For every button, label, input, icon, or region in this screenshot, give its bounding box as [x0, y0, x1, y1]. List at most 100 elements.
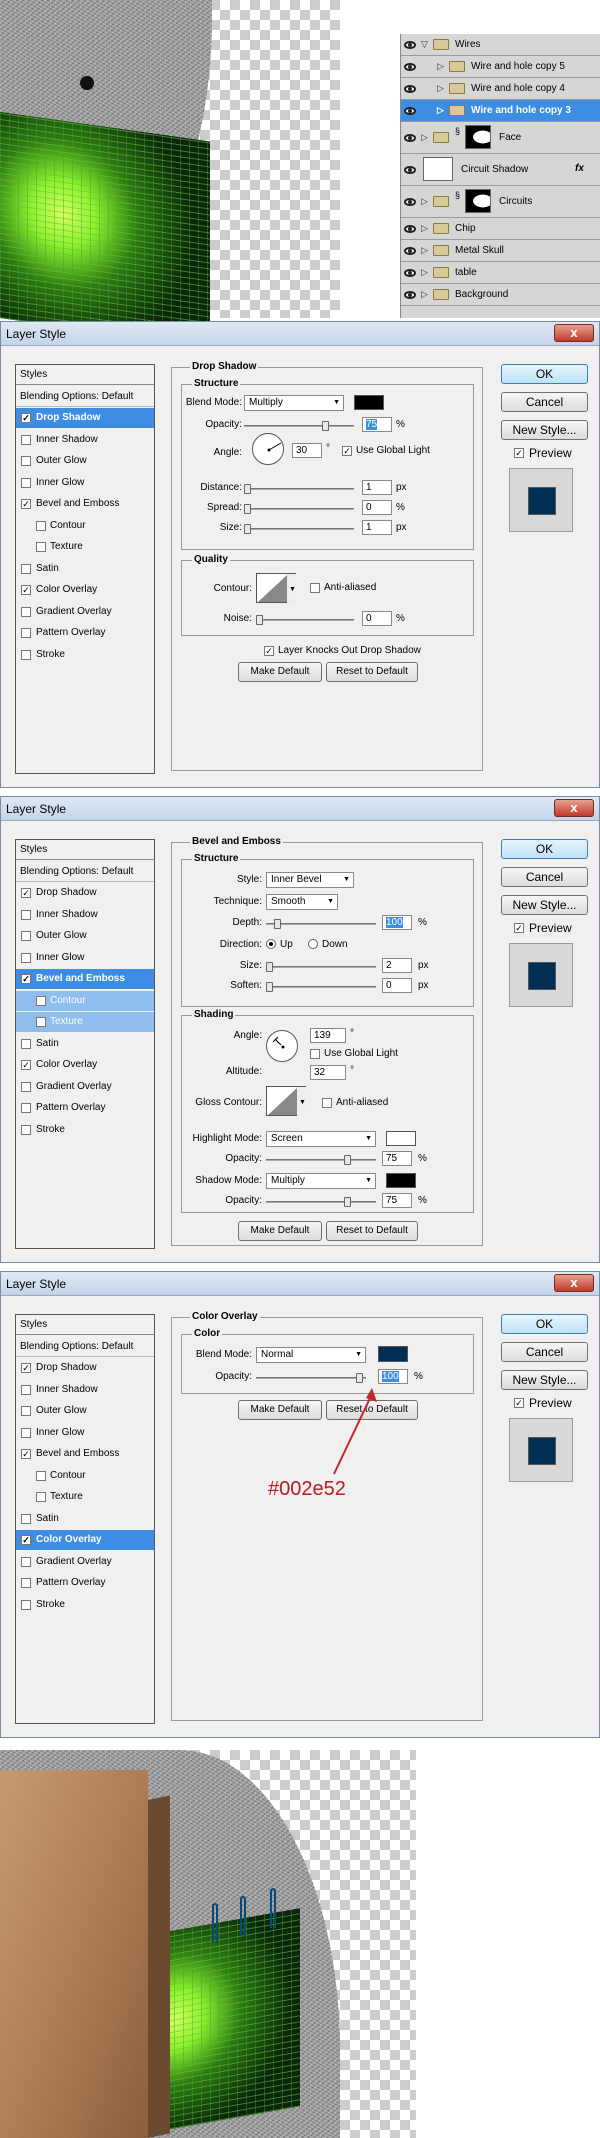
style-item-bevel-and-emboss[interactable]: ✓ Bevel and Emboss: [16, 494, 154, 514]
reset-default-button[interactable]: Reset to Default: [326, 662, 418, 682]
shadow-color-swatch[interactable]: [354, 395, 384, 410]
style-item-contour[interactable]: Contour: [16, 1466, 154, 1486]
style-checkbox[interactable]: [21, 1406, 31, 1416]
knocks-out-checkbox[interactable]: ✓: [264, 646, 274, 656]
noise-slider[interactable]: [256, 615, 354, 625]
expand-triangle-icon[interactable]: ▷: [421, 132, 428, 143]
style-checkbox[interactable]: [36, 520, 46, 531]
opacity-slider[interactable]: [244, 421, 354, 431]
style-item-texture[interactable]: Texture: [16, 1012, 154, 1032]
style-checkbox[interactable]: ✓: [21, 413, 31, 423]
style-item-contour[interactable]: Contour: [16, 516, 154, 536]
highlight-opacity-slider-thumb[interactable]: [344, 1155, 351, 1165]
style-item-inner-glow[interactable]: Inner Glow: [16, 948, 154, 968]
style-item-inner-glow[interactable]: Inner Glow: [16, 1423, 154, 1443]
highlight-opacity-slider[interactable]: [266, 1155, 376, 1165]
depth-input[interactable]: 100: [382, 915, 412, 930]
layer-row[interactable]: ▽ Wires: [401, 34, 600, 56]
make-default-button[interactable]: Make Default: [238, 662, 322, 682]
style-checkbox[interactable]: ✓: [21, 1363, 31, 1373]
eye-icon[interactable]: [404, 198, 416, 206]
eye-icon[interactable]: [404, 63, 416, 71]
style-item-blending-options-default[interactable]: Blending Options: Default: [16, 862, 154, 882]
opacity-input[interactable]: 100: [378, 1369, 408, 1384]
style-item-blending-options-default[interactable]: Blending Options: Default: [16, 1337, 154, 1357]
layer-row[interactable]: ▷ Background: [401, 284, 600, 306]
cancel-button[interactable]: Cancel: [501, 867, 588, 887]
style-checkbox[interactable]: [21, 1578, 31, 1588]
style-item-texture[interactable]: Texture: [16, 537, 154, 557]
style-item-gradient-overlay[interactable]: Gradient Overlay: [16, 1552, 154, 1572]
ok-button[interactable]: OK: [501, 1314, 588, 1334]
link-icon[interactable]: §: [455, 126, 461, 136]
style-item-outer-glow[interactable]: Outer Glow: [16, 926, 154, 946]
size-slider-thumb[interactable]: [266, 962, 273, 972]
fx-icon[interactable]: fx: [575, 163, 584, 174]
style-checkbox[interactable]: [21, 1427, 31, 1438]
style-item-contour[interactable]: Contour: [16, 990, 154, 1011]
style-item-color-overlay[interactable]: ✓ Color Overlay: [16, 580, 154, 600]
contour-picker[interactable]: ▼: [256, 573, 296, 603]
cancel-button[interactable]: Cancel: [501, 392, 588, 412]
collapse-triangle-icon[interactable]: ▽: [421, 39, 428, 50]
style-item-stroke[interactable]: Stroke: [16, 1595, 154, 1615]
size-slider[interactable]: [244, 524, 354, 534]
style-checkbox[interactable]: [36, 995, 46, 1006]
layer-row[interactable]: ▷ table: [401, 262, 600, 284]
style-checkbox[interactable]: ✓: [21, 585, 31, 595]
style-item-satin[interactable]: Satin: [16, 1509, 154, 1529]
style-checkbox[interactable]: [21, 563, 31, 574]
opacity-slider[interactable]: [256, 1373, 366, 1383]
size-input[interactable]: 2: [382, 958, 412, 973]
style-item-drop-shadow[interactable]: ✓ Drop Shadow: [16, 883, 154, 903]
style-item-stroke[interactable]: Stroke: [16, 645, 154, 665]
style-checkbox[interactable]: [21, 1103, 31, 1113]
highlight-mode-select[interactable]: Screen: [266, 1131, 376, 1147]
style-checkbox[interactable]: [21, 909, 31, 920]
anti-aliased-checkbox[interactable]: [310, 583, 320, 593]
style-checkbox[interactable]: [21, 628, 31, 638]
titlebar[interactable]: Layer Style x: [1, 1272, 599, 1296]
style-item-gradient-overlay[interactable]: Gradient Overlay: [16, 1077, 154, 1097]
layer-row[interactable]: ▷ Wire and hole copy 4: [401, 78, 600, 100]
layer-row[interactable]: ▷ Wire and hole copy 5: [401, 56, 600, 78]
layer-row[interactable]: Circuit Shadow fx: [401, 154, 600, 186]
distance-slider[interactable]: [244, 484, 354, 494]
size-slider-thumb[interactable]: [244, 524, 251, 534]
shadow-mode-select[interactable]: Multiply: [266, 1173, 376, 1189]
style-item-satin[interactable]: Satin: [16, 1034, 154, 1054]
expand-triangle-icon[interactable]: ▷: [421, 289, 428, 300]
eye-icon[interactable]: [404, 41, 416, 49]
spread-slider-thumb[interactable]: [244, 504, 251, 514]
style-checkbox[interactable]: [36, 1017, 46, 1027]
style-item-color-overlay[interactable]: ✓ Color Overlay: [16, 1055, 154, 1075]
style-item-outer-glow[interactable]: Outer Glow: [16, 451, 154, 471]
close-button[interactable]: x: [554, 324, 594, 342]
overlay-color-swatch[interactable]: [378, 1346, 408, 1362]
style-item-stroke[interactable]: Stroke: [16, 1120, 154, 1140]
style-item-satin[interactable]: Satin: [16, 559, 154, 579]
style-checkbox[interactable]: ✓: [21, 1449, 31, 1459]
make-default-button[interactable]: Make Default: [238, 1221, 322, 1241]
style-item-pattern-overlay[interactable]: Pattern Overlay: [16, 623, 154, 643]
preview-checkbox[interactable]: ✓: [514, 923, 524, 933]
eye-icon[interactable]: [404, 107, 416, 115]
opacity-slider-thumb[interactable]: [322, 421, 329, 431]
style-checkbox[interactable]: [21, 1124, 31, 1135]
eye-icon[interactable]: [404, 247, 416, 255]
noise-slider-thumb[interactable]: [256, 615, 263, 625]
preview-checkbox[interactable]: ✓: [514, 448, 524, 458]
preview-checkbox[interactable]: ✓: [514, 1398, 524, 1408]
style-checkbox[interactable]: ✓: [21, 974, 31, 984]
direction-down-radio[interactable]: [308, 939, 318, 949]
style-checkbox[interactable]: [36, 542, 46, 552]
layer-row[interactable]: ▷ Wire and hole copy 3: [401, 100, 600, 122]
style-checkbox[interactable]: [21, 649, 31, 660]
opacity-input[interactable]: 75: [362, 417, 392, 432]
style-item-drop-shadow[interactable]: ✓ Drop Shadow: [16, 1358, 154, 1378]
style-checkbox[interactable]: ✓: [21, 888, 31, 898]
style-checkbox[interactable]: [21, 1513, 31, 1524]
ok-button[interactable]: OK: [501, 839, 588, 859]
shadow-color-swatch[interactable]: [386, 1173, 416, 1188]
soften-slider[interactable]: [266, 982, 376, 992]
